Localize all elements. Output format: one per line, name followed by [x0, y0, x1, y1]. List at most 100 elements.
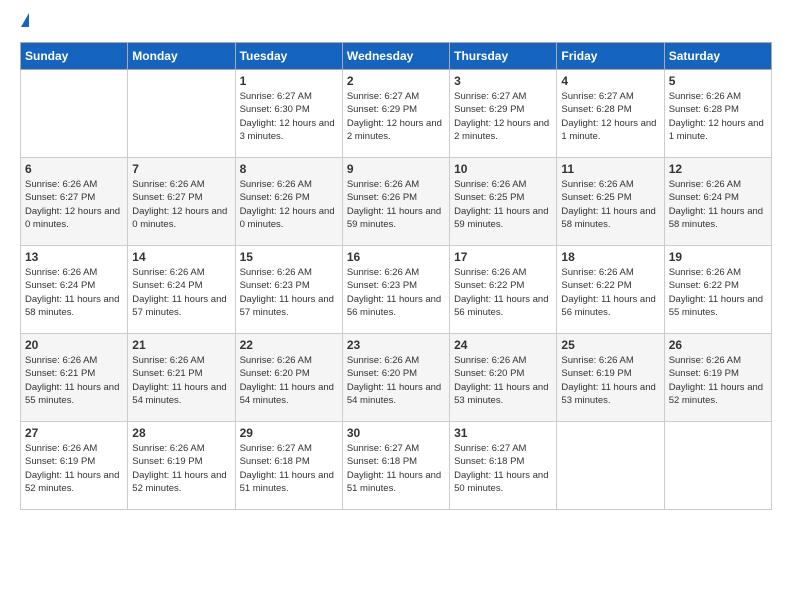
day-info: Sunrise: 6:26 AM Sunset: 6:22 PM Dayligh…: [454, 266, 552, 319]
calendar-cell: 1 Sunrise: 6:27 AM Sunset: 6:30 PM Daylig…: [235, 70, 342, 158]
day-number: 20: [25, 338, 123, 352]
day-number: 19: [669, 250, 767, 264]
day-info: Sunrise: 6:26 AM Sunset: 6:27 PM Dayligh…: [25, 178, 123, 231]
calendar-cell: 6Sunrise: 6:26 AM Sunset: 6:27 PM Daylig…: [21, 158, 128, 246]
day-number: 23: [347, 338, 445, 352]
day-info: Sunrise: 6:26 AM Sunset: 6:19 PM Dayligh…: [669, 354, 767, 407]
day-number: 28: [132, 426, 230, 440]
day-number: 30: [347, 426, 445, 440]
day-number: 25: [561, 338, 659, 352]
day-number: 16: [347, 250, 445, 264]
calendar-cell: 22 Sunrise: 6:26 AM Sunset: 6:20 PM Dayli…: [235, 334, 342, 422]
calendar-cell: 20 Sunrise: 6:26 AM Sunset: 6:21 PM Dayli…: [21, 334, 128, 422]
day-info: Sunrise: 6:26 AM Sunset: 6:23 PM Dayligh…: [347, 266, 445, 319]
day-info: Sunrise: 6:26 AM Sunset: 6:19 PM Dayligh…: [25, 442, 123, 495]
day-info: Sunrise: 6:26 AM Sunset: 6:28 PM Dayligh…: [669, 90, 767, 143]
calendar-cell: 12 Sunrise: 6:26 AM Sunset: 6:24 PM Dayli…: [664, 158, 771, 246]
day-info: Sunrise: 6:26 AM Sunset: 6:24 PM Dayligh…: [25, 266, 123, 319]
day-info: Sunrise: 6:26 AM Sunset: 6:19 PM Dayligh…: [561, 354, 659, 407]
day-number: 11: [561, 162, 659, 176]
day-info: Sunrise: 6:27 AM Sunset: 6:18 PM Dayligh…: [240, 442, 338, 495]
week-row-1: 1 Sunrise: 6:27 AM Sunset: 6:30 PM Daylig…: [21, 70, 772, 158]
day-info: Sunrise: 6:27 AM Sunset: 6:30 PM Dayligh…: [240, 90, 338, 143]
day-number: 24: [454, 338, 552, 352]
day-number: 31: [454, 426, 552, 440]
day-info: Sunrise: 6:26 AM Sunset: 6:21 PM Dayligh…: [132, 354, 230, 407]
calendar-cell: 25 Sunrise: 6:26 AM Sunset: 6:19 PM Dayli…: [557, 334, 664, 422]
weekday-header-row: SundayMondayTuesdayWednesdayThursdayFrid…: [21, 43, 772, 70]
day-number: 5: [669, 74, 767, 88]
calendar-cell: 30Sunrise: 6:27 AM Sunset: 6:18 PM Dayli…: [342, 422, 449, 510]
day-info: Sunrise: 6:26 AM Sunset: 6:26 PM Dayligh…: [347, 178, 445, 231]
calendar-cell: 19Sunrise: 6:26 AM Sunset: 6:22 PM Dayli…: [664, 246, 771, 334]
day-number: 7: [132, 162, 230, 176]
calendar-cell: 26Sunrise: 6:26 AM Sunset: 6:19 PM Dayli…: [664, 334, 771, 422]
weekday-header-wednesday: Wednesday: [342, 43, 449, 70]
week-row-4: 20 Sunrise: 6:26 AM Sunset: 6:21 PM Dayli…: [21, 334, 772, 422]
calendar-cell: 16 Sunrise: 6:26 AM Sunset: 6:23 PM Dayli…: [342, 246, 449, 334]
logo: [20, 16, 29, 30]
day-number: 3: [454, 74, 552, 88]
day-number: 15: [240, 250, 338, 264]
day-info: Sunrise: 6:27 AM Sunset: 6:18 PM Dayligh…: [454, 442, 552, 495]
day-info: Sunrise: 6:26 AM Sunset: 6:20 PM Dayligh…: [454, 354, 552, 407]
calendar-cell: 8 Sunrise: 6:26 AM Sunset: 6:26 PM Daylig…: [235, 158, 342, 246]
day-info: Sunrise: 6:26 AM Sunset: 6:26 PM Dayligh…: [240, 178, 338, 231]
day-number: 13: [25, 250, 123, 264]
day-number: 22: [240, 338, 338, 352]
day-number: 27: [25, 426, 123, 440]
calendar-cell: 28Sunrise: 6:26 AM Sunset: 6:19 PM Dayli…: [128, 422, 235, 510]
day-info: Sunrise: 6:26 AM Sunset: 6:24 PM Dayligh…: [669, 178, 767, 231]
header: [20, 16, 772, 30]
calendar-cell: 23 Sunrise: 6:26 AM Sunset: 6:20 PM Dayli…: [342, 334, 449, 422]
calendar-cell: 10 Sunrise: 6:26 AM Sunset: 6:25 PM Dayli…: [450, 158, 557, 246]
day-info: Sunrise: 6:26 AM Sunset: 6:20 PM Dayligh…: [240, 354, 338, 407]
weekday-header-saturday: Saturday: [664, 43, 771, 70]
day-number: 10: [454, 162, 552, 176]
day-number: 2: [347, 74, 445, 88]
calendar-cell: 11Sunrise: 6:26 AM Sunset: 6:25 PM Dayli…: [557, 158, 664, 246]
logo-triangle-icon: [21, 13, 29, 27]
day-info: Sunrise: 6:26 AM Sunset: 6:24 PM Dayligh…: [132, 266, 230, 319]
weekday-header-friday: Friday: [557, 43, 664, 70]
calendar-cell: 2 Sunrise: 6:27 AM Sunset: 6:29 PM Daylig…: [342, 70, 449, 158]
day-info: Sunrise: 6:26 AM Sunset: 6:21 PM Dayligh…: [25, 354, 123, 407]
day-info: Sunrise: 6:27 AM Sunset: 6:28 PM Dayligh…: [561, 90, 659, 143]
weekday-header-tuesday: Tuesday: [235, 43, 342, 70]
calendar-cell: 18 Sunrise: 6:26 AM Sunset: 6:22 PM Dayli…: [557, 246, 664, 334]
day-number: 4: [561, 74, 659, 88]
calendar-cell: 21Sunrise: 6:26 AM Sunset: 6:21 PM Dayli…: [128, 334, 235, 422]
week-row-5: 27 Sunrise: 6:26 AM Sunset: 6:19 PM Dayli…: [21, 422, 772, 510]
weekday-header-thursday: Thursday: [450, 43, 557, 70]
day-number: 18: [561, 250, 659, 264]
day-info: Sunrise: 6:27 AM Sunset: 6:29 PM Dayligh…: [347, 90, 445, 143]
day-number: 8: [240, 162, 338, 176]
calendar-cell: [21, 70, 128, 158]
calendar-cell: 14 Sunrise: 6:26 AM Sunset: 6:24 PM Dayli…: [128, 246, 235, 334]
week-row-3: 13 Sunrise: 6:26 AM Sunset: 6:24 PM Dayli…: [21, 246, 772, 334]
day-info: Sunrise: 6:26 AM Sunset: 6:25 PM Dayligh…: [454, 178, 552, 231]
calendar-cell: 29Sunrise: 6:27 AM Sunset: 6:18 PM Dayli…: [235, 422, 342, 510]
calendar-cell: [557, 422, 664, 510]
calendar-cell: 15Sunrise: 6:26 AM Sunset: 6:23 PM Dayli…: [235, 246, 342, 334]
calendar-cell: 17 Sunrise: 6:26 AM Sunset: 6:22 PM Dayli…: [450, 246, 557, 334]
day-info: Sunrise: 6:27 AM Sunset: 6:29 PM Dayligh…: [454, 90, 552, 143]
calendar-cell: 4 Sunrise: 6:27 AM Sunset: 6:28 PM Daylig…: [557, 70, 664, 158]
calendar-cell: 9 Sunrise: 6:26 AM Sunset: 6:26 PM Daylig…: [342, 158, 449, 246]
calendar-cell: [664, 422, 771, 510]
day-info: Sunrise: 6:26 AM Sunset: 6:27 PM Dayligh…: [132, 178, 230, 231]
calendar-table: SundayMondayTuesdayWednesdayThursdayFrid…: [20, 42, 772, 510]
calendar-cell: 27 Sunrise: 6:26 AM Sunset: 6:19 PM Dayli…: [21, 422, 128, 510]
weekday-header-sunday: Sunday: [21, 43, 128, 70]
day-number: 1: [240, 74, 338, 88]
day-number: 14: [132, 250, 230, 264]
calendar-cell: 5 Sunrise: 6:26 AM Sunset: 6:28 PM Daylig…: [664, 70, 771, 158]
day-number: 9: [347, 162, 445, 176]
calendar-cell: 31 Sunrise: 6:27 AM Sunset: 6:18 PM Dayli…: [450, 422, 557, 510]
day-info: Sunrise: 6:26 AM Sunset: 6:22 PM Dayligh…: [561, 266, 659, 319]
day-info: Sunrise: 6:26 AM Sunset: 6:20 PM Dayligh…: [347, 354, 445, 407]
day-number: 12: [669, 162, 767, 176]
week-row-2: 6Sunrise: 6:26 AM Sunset: 6:27 PM Daylig…: [21, 158, 772, 246]
calendar-cell: [128, 70, 235, 158]
day-number: 17: [454, 250, 552, 264]
